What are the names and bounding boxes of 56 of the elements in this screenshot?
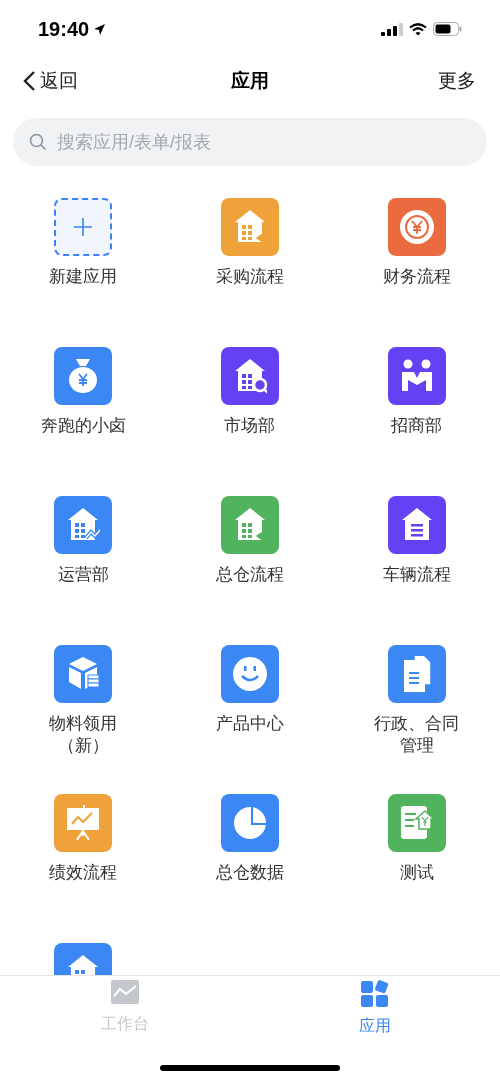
app-tile[interactable]: [387, 347, 446, 405]
tab-bar-item[interactable]: 应用: [250, 976, 500, 1038]
app-name: 产品中心: [215, 713, 285, 735]
box-stack-icon: [66, 656, 101, 692]
app-tile[interactable]: [387, 794, 446, 852]
signal-icon: [381, 22, 403, 36]
search-icon: [29, 133, 47, 151]
plus-icon: [73, 217, 94, 237]
app-tile[interactable]: [221, 794, 279, 852]
app-tile[interactable]: [54, 645, 113, 703]
app-tile[interactable]: [54, 347, 113, 405]
app-tile[interactable]: [221, 347, 279, 405]
app-name: 市场部: [223, 415, 277, 437]
note-upload-icon: [399, 805, 434, 841]
app-name: 采购流程: [215, 266, 285, 288]
more-button[interactable]: 更多: [438, 66, 478, 96]
status-time: 19:40: [38, 17, 90, 42]
location-arrow-icon: [93, 22, 107, 36]
app-name: 测试: [398, 862, 435, 884]
yen-coin-icon: [399, 209, 434, 245]
chevron-left-icon: [22, 70, 36, 92]
app-name: 总仓数据: [215, 862, 285, 884]
app-tile[interactable]: [221, 496, 279, 554]
app-name: 绩效流程: [48, 862, 119, 884]
app-tile[interactable]: [54, 496, 113, 554]
add-app-button[interactable]: [54, 198, 113, 256]
two-people-icon: [399, 358, 434, 394]
app-name: 新建应用: [48, 266, 119, 288]
house-arrow-icon: [233, 507, 267, 543]
app-tile[interactable]: [221, 645, 279, 703]
app-name: 财务流程: [381, 266, 452, 288]
app-tile[interactable]: [221, 198, 279, 256]
search-field[interactable]: 搜索应用/表单/报表: [13, 118, 487, 166]
app-grid-icon: [361, 980, 389, 1008]
back-button[interactable]: 返回: [22, 66, 78, 96]
app-name: 运营部: [56, 564, 110, 586]
wifi-icon: [409, 22, 427, 36]
app-tile[interactable]: [387, 496, 446, 554]
app-name: 行政、合同管理: [373, 713, 461, 757]
pie-chart-icon: [233, 805, 267, 841]
presentation-board-icon: [66, 805, 101, 841]
house-magnifier-icon: [233, 358, 267, 394]
app-name: 车辆流程: [381, 564, 452, 586]
app-tile[interactable]: [387, 645, 446, 703]
house-chart-icon: [66, 507, 101, 543]
smiley-icon: [233, 656, 267, 692]
page-title: 应用: [231, 68, 269, 93]
line-chart-icon: [111, 980, 139, 1006]
app-name: 总仓流程: [215, 564, 285, 586]
app-name: 招商部: [390, 415, 444, 437]
app-tile[interactable]: [54, 794, 113, 852]
app-name: 奔跑的小卤: [39, 415, 127, 437]
app-tile[interactable]: [387, 198, 446, 256]
battery-icon: [433, 22, 462, 36]
app-name: 物料领用（新）: [48, 713, 119, 757]
house-arrow-icon: [233, 209, 267, 245]
